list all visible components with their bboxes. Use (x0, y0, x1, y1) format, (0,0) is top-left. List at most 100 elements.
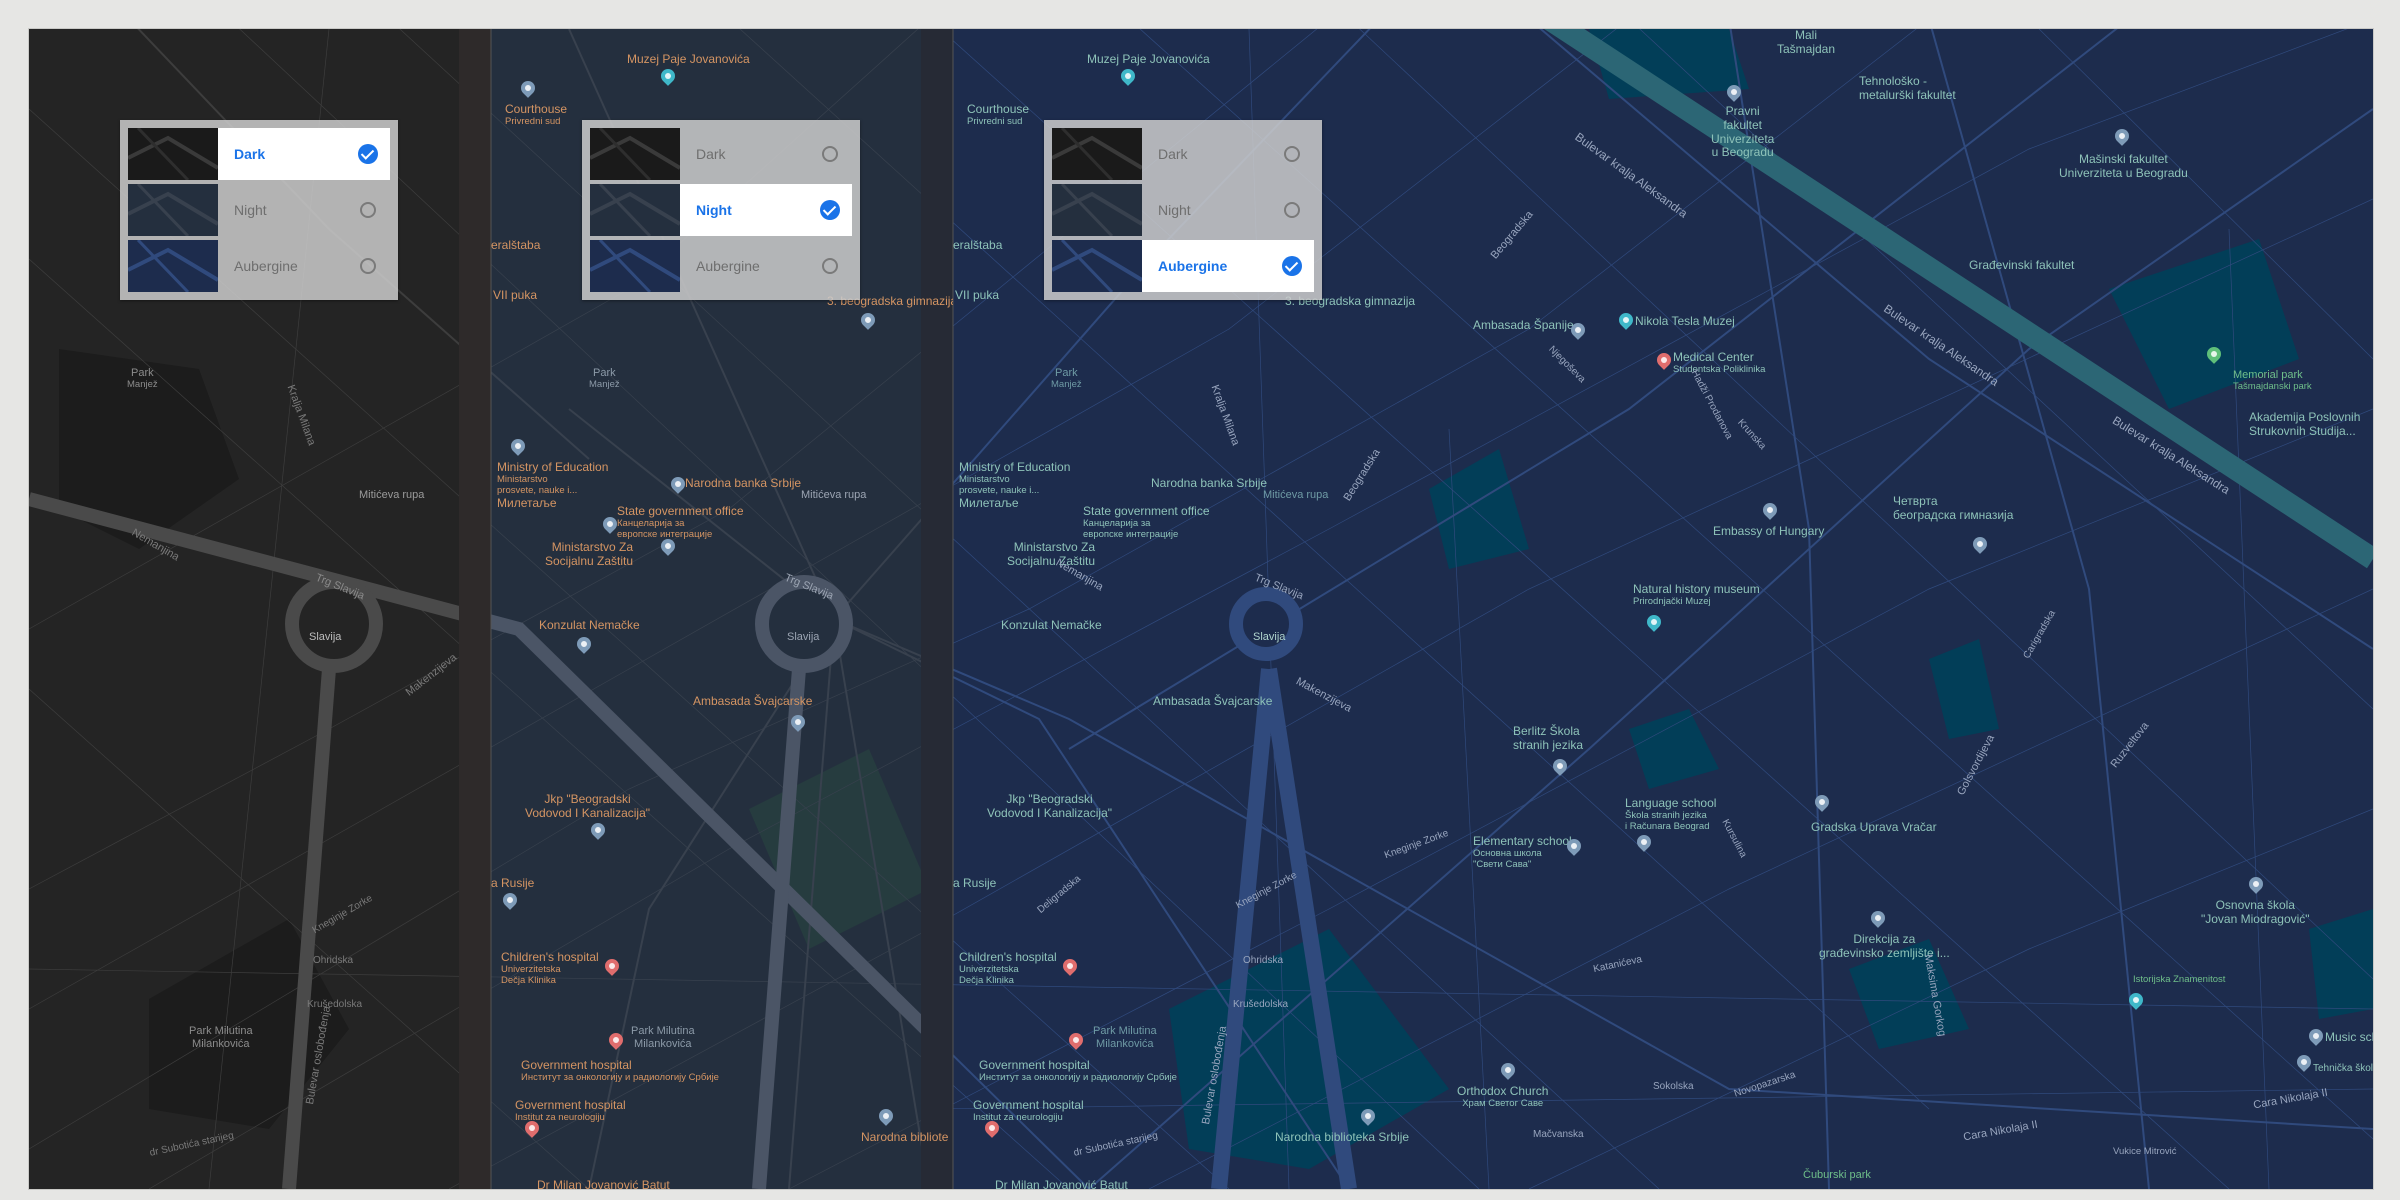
style-option-dark[interactable]: Dark (1052, 128, 1314, 180)
krunska-label: Krunska (1735, 417, 1768, 452)
hungary-pin-icon[interactable] (1760, 500, 1780, 520)
tehnicka-pin-icon[interactable] (2294, 1052, 2314, 1072)
konzulat-pin-icon[interactable] (574, 634, 594, 654)
aub-makenzijeva-label: Makenzijeva (1293, 675, 1354, 715)
dr-subotica-dark-label: dr Subotića starijeg (148, 1130, 235, 1159)
sokolska-label: Sokolska (1653, 1081, 1694, 1092)
aub-museum-pin-icon[interactable] (1118, 66, 1138, 86)
night-thumbnail-icon (128, 184, 218, 236)
radio-unchecked-icon[interactable] (822, 146, 838, 162)
aub-park-manjez-name: Park (1055, 367, 1078, 379)
aub-state-gov-label: State government office Канцеларија за евр… (1083, 504, 1210, 541)
style-option-dark[interactable]: Dark (590, 128, 852, 180)
aub-gov-hosp1-name: Government hospital (979, 1058, 1090, 1072)
radio-checked-icon[interactable] (820, 200, 840, 220)
aub-hospital2-pin-icon[interactable] (1066, 1030, 1086, 1050)
cetvrta-name2: београдска гимназија (1893, 507, 2014, 522)
tehnolosko-name2: metalurški fakultet (1859, 87, 1956, 102)
childrens-sub2: Dečja Klinika (501, 974, 556, 986)
aub-courthouse-name: Courthouse (967, 102, 1030, 116)
aub-ministry-edu-label: Ministry of Education Ministarstvo prosvet… (959, 460, 1070, 497)
orthodox-label: Orthodox Church Храм Светог Саве (1457, 1084, 1548, 1110)
natural-history-pin-icon[interactable] (1644, 612, 1664, 632)
trg-slavija-night-label: Trg Slavija (782, 571, 836, 603)
berlitz-pin-icon[interactable] (1550, 756, 1570, 776)
radio-unchecked-icon[interactable] (360, 258, 376, 274)
aub-ministarstvo-label: Ministarstvo Za Socijalnu Zaštitu (1007, 540, 1095, 569)
vukice-label: Vukice Mitrović (2113, 1146, 2177, 1157)
aub-vii-puka-label: VII puka (955, 288, 1000, 302)
radio-checked-icon[interactable] (1282, 256, 1302, 276)
osnovna-pin-icon[interactable] (2246, 874, 2266, 894)
park-manjez-night-sub: Manjež (589, 378, 620, 390)
style-option-aubergine[interactable]: Aubergine (1052, 240, 1314, 292)
language-school-name: Language school (1625, 796, 1717, 810)
style-option-aubergine[interactable]: Aubergine (128, 240, 390, 292)
rusije-pin-icon[interactable] (500, 890, 520, 910)
aub-childrens-label: Children's hospital Univerzitetska Dečja K… (959, 950, 1057, 987)
osnovna-label: Osnovna škola "Jovan Miodragović" (2201, 898, 2310, 927)
gradska-pin-icon[interactable] (1812, 792, 1832, 812)
library-pin-icon[interactable] (876, 1106, 896, 1126)
mitaleje-label: Милетаље (497, 496, 557, 510)
radio-checked-icon[interactable] (358, 144, 378, 164)
aub-library-pin-icon[interactable] (1358, 1106, 1378, 1126)
dark-thumbnail (128, 128, 218, 180)
style-option-label: Dark (234, 146, 266, 162)
narodna-banka-night-label: Narodna banka Srbije (685, 476, 802, 490)
tasmajdan-label: Mali Tašmajdan (1777, 29, 1835, 57)
school-pin-icon[interactable] (858, 310, 878, 330)
aub-bulevar-oslob-label: Bulevar oslobođenja (1199, 1025, 1230, 1126)
istorijska-pin-icon[interactable] (2126, 990, 2146, 1010)
radio-unchecked-icon[interactable] (1284, 202, 1300, 218)
style-option-aubergine[interactable]: Aubergine (590, 240, 852, 292)
embassy-pin-icon[interactable] (788, 712, 808, 732)
jkp-name2: Vodovod I Kanalizacija" (525, 805, 651, 820)
style-option-night[interactable]: Night (128, 184, 390, 236)
church-pin-icon[interactable] (1498, 1060, 1518, 1080)
music-pin-icon[interactable] (2306, 1026, 2326, 1046)
direkcija-pin-icon[interactable] (1868, 908, 1888, 928)
memorial-name: Memorial park (2233, 369, 2303, 381)
ministarstvo-name: Ministarstvo Za (551, 540, 634, 554)
tesla-pin-icon[interactable] (1616, 310, 1636, 330)
museum-pin-icon[interactable] (658, 66, 678, 86)
ministry-pin-icon[interactable] (508, 436, 528, 456)
aub-trg-slavija-label: Trg Slavija (1252, 571, 1306, 603)
language-pin-icon[interactable] (1634, 832, 1654, 852)
style-option-label: Aubergine (234, 258, 298, 274)
radio-unchecked-icon[interactable] (360, 202, 376, 218)
courthouse-pin-icon[interactable] (518, 78, 538, 98)
medical-center-name: Medical Center (1673, 350, 1754, 364)
medical-pin-icon[interactable] (1654, 350, 1674, 370)
jkp-pin-icon[interactable] (588, 820, 608, 840)
radio-unchecked-icon[interactable] (1284, 146, 1300, 162)
language-school-sub2: i Računara Beograd (1625, 820, 1710, 832)
pravni-pin-icon[interactable] (1724, 82, 1744, 102)
akademija-name2: Strukovnih Studija... (2249, 423, 2356, 438)
aub-childrens-name: Children's hospital (959, 950, 1057, 964)
aub-ambasada-svajc-label: Ambasada Švajcarske (1153, 694, 1273, 708)
cetvrta-pin-icon[interactable] (1970, 534, 1990, 554)
aubergine-thumbnail-icon (1052, 240, 1142, 292)
radio-unchecked-icon[interactable] (822, 258, 838, 274)
style-option-label: Night (1158, 202, 1191, 218)
dark-thumbnail (1052, 128, 1142, 180)
hospital-pin-icon[interactable] (602, 956, 622, 976)
krusedolska-dark-label: Krušedolska (307, 999, 363, 1010)
rusije-label: a Rusije (491, 876, 535, 890)
memorial-pin-icon[interactable] (2204, 344, 2224, 364)
aub-milan-batut-label: Dr Milan Jovanović Batut (995, 1178, 1128, 1189)
courthouse-name: Courthouse (505, 102, 568, 116)
style-option-dark[interactable]: Dark (128, 128, 390, 180)
aub-courthouse-label: Courthouse Privredni sud (967, 102, 1030, 128)
style-option-night[interactable]: Night (590, 184, 852, 236)
memorial-label: Memorial park Tašmajdanski park (2233, 369, 2312, 393)
aub-krusedolska-label: Krušedolska (1233, 999, 1289, 1010)
hospital2-pin-icon[interactable] (606, 1030, 626, 1050)
aub-beogradska-label2: Beogradska (1341, 447, 1383, 504)
njegoseva-label: Njegoševa (1546, 343, 1588, 386)
masinski-pin-icon[interactable] (2112, 126, 2132, 146)
aub-hospital-pin-icon[interactable] (1060, 956, 1080, 976)
style-option-night[interactable]: Night (1052, 184, 1314, 236)
